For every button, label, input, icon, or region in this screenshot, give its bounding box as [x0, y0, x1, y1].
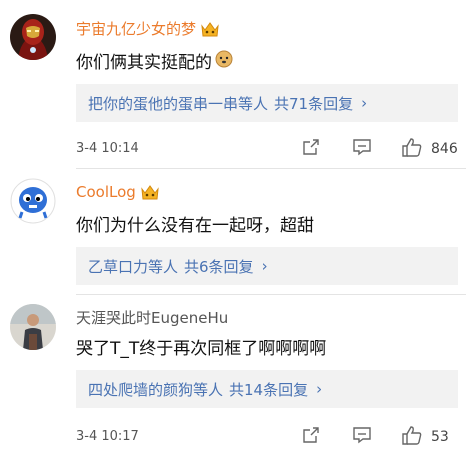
share-icon[interactable]: [301, 137, 321, 157]
share-icon[interactable]: [301, 425, 321, 445]
thumbs-up-icon[interactable]: [401, 425, 423, 449]
reply-names[interactable]: 乙草口力等人: [88, 256, 178, 277]
comment-text-content: 你们俩其实挺配的: [76, 53, 212, 73]
username-text[interactable]: 宇宙九亿少女的梦: [76, 18, 196, 39]
reply-count[interactable]: 共14条回复: [229, 379, 308, 400]
comment-username[interactable]: 天涯哭此时EugeneHu: [76, 307, 228, 328]
divider: [76, 294, 466, 295]
comment-text: 你们为什么没有在一起呀，超甜: [76, 211, 314, 236]
username-text[interactable]: CoolLog: [76, 183, 136, 201]
reply-names[interactable]: 把你的蛋他的蛋串一串等人: [88, 93, 268, 114]
reply-thread-link[interactable]: 乙草口力等人 共6条回复 ›: [76, 247, 458, 285]
chevron-right-icon: ›: [261, 257, 268, 275]
comment-username[interactable]: CoolLog: [76, 183, 160, 201]
username-text[interactable]: 天涯哭此时EugeneHu: [76, 307, 228, 328]
chevron-right-icon: ›: [316, 380, 323, 398]
divider: [76, 168, 466, 169]
avatar[interactable]: [10, 14, 56, 60]
like-count: 846: [431, 141, 458, 157]
reply-names[interactable]: 四处爬墙的颜狗等人: [88, 379, 223, 400]
comment-text-content: 你们为什么没有在一起呀，超甜: [76, 216, 314, 236]
thumbs-up-icon[interactable]: [401, 137, 423, 161]
comment-actions: 3-4 10:14 846: [76, 137, 460, 159]
comment-icon[interactable]: [352, 137, 372, 157]
reply-thread-link[interactable]: 把你的蛋他的蛋串一串等人 共71条回复 ›: [76, 84, 458, 122]
comment-text: 你们俩其实挺配的: [76, 48, 234, 73]
like-button[interactable]: 846: [401, 137, 458, 161]
chevron-right-icon: ›: [361, 94, 368, 112]
vip-crown-icon: [140, 183, 160, 201]
comment-timestamp: 3-4 10:14: [76, 140, 139, 156]
reply-count[interactable]: 共71条回复: [274, 93, 353, 114]
comment-actions: 3-4 10:17 53: [76, 425, 460, 447]
reply-count[interactable]: 共6条回复: [184, 256, 254, 277]
avatar[interactable]: [10, 304, 56, 350]
comment-icon[interactable]: [352, 425, 372, 445]
reply-thread-link[interactable]: 四处爬墙的颜狗等人 共14条回复 ›: [76, 370, 458, 408]
comment-timestamp: 3-4 10:17: [76, 428, 139, 444]
vip-crown-icon: [200, 20, 220, 38]
avatar[interactable]: [10, 178, 56, 224]
comment-text: 哭了T_T终于再次同框了啊啊啊啊: [76, 334, 326, 359]
comment-text-content: 哭了T_T终于再次同框了啊啊啊啊: [76, 339, 327, 359]
comment-username[interactable]: 宇宙九亿少女的梦: [76, 18, 220, 39]
like-count: 53: [431, 429, 449, 445]
doge-emoji-icon: [214, 48, 234, 73]
like-button[interactable]: 53: [401, 425, 449, 449]
